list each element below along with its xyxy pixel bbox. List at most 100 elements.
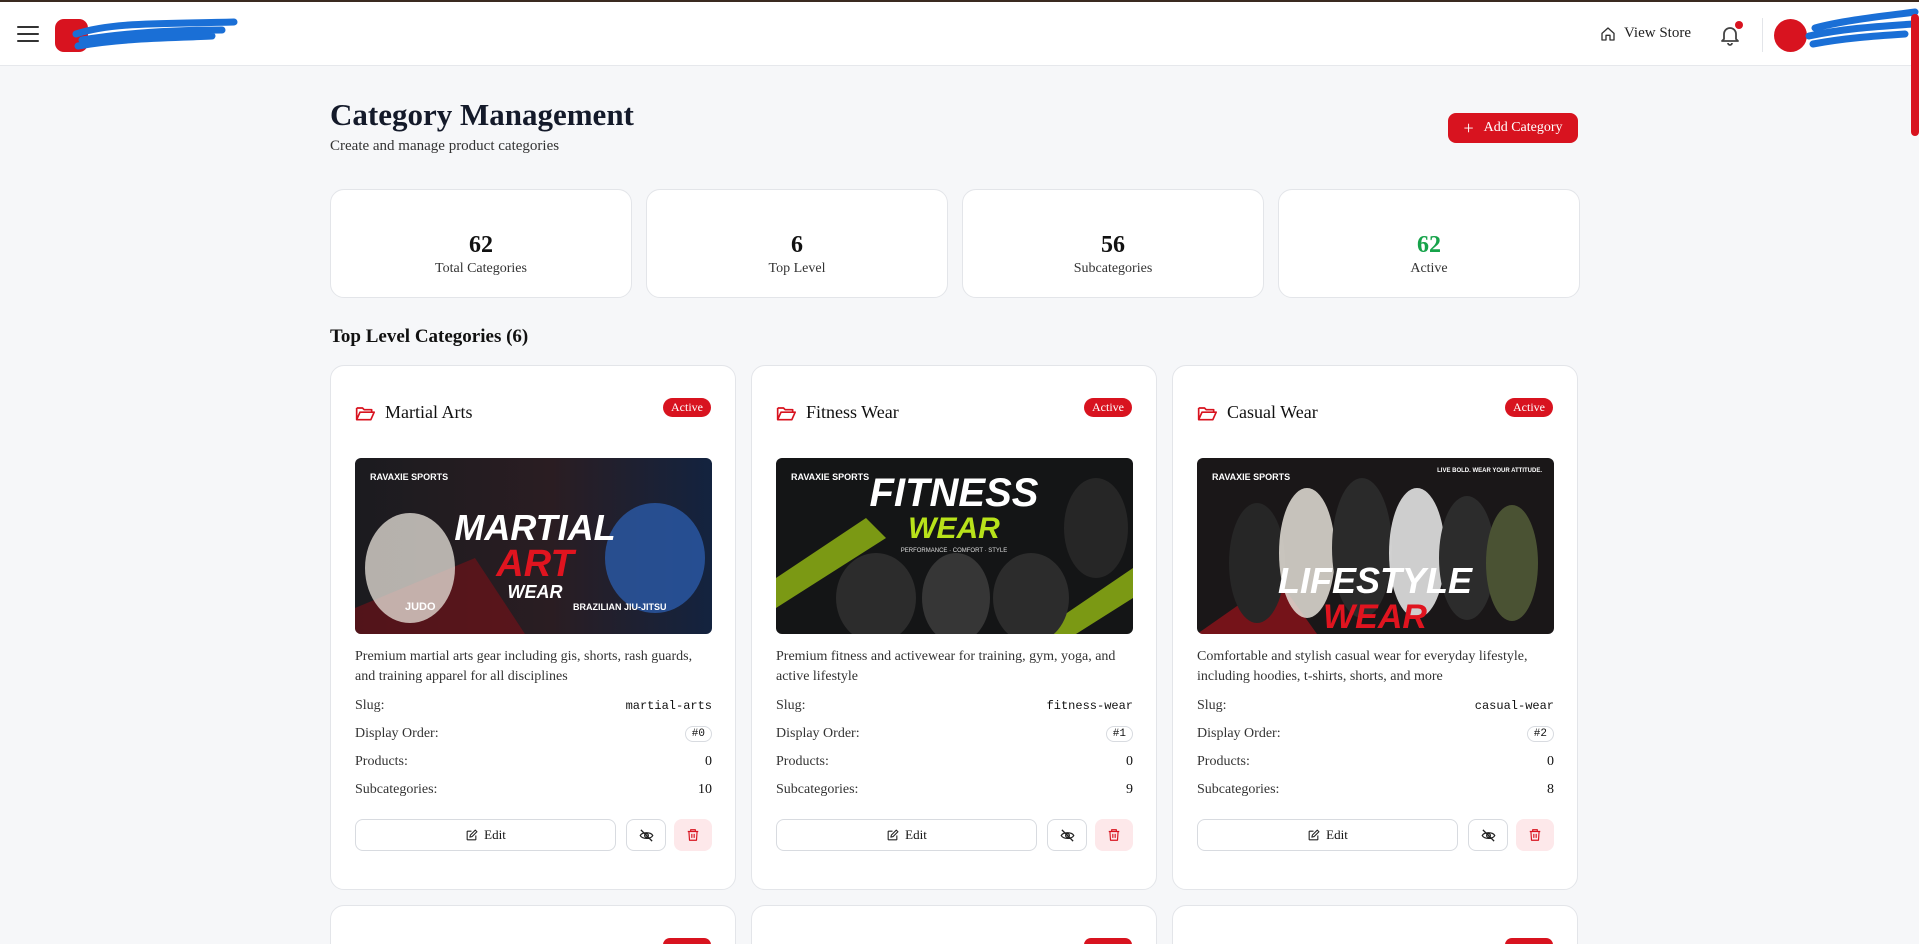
edit-button[interactable]: Edit bbox=[776, 819, 1037, 851]
category-card-partial bbox=[751, 905, 1157, 944]
status-badge-partial bbox=[1505, 938, 1553, 944]
card-header: Martial Arts bbox=[355, 402, 473, 423]
category-description: Premium fitness and activewear for train… bbox=[776, 649, 1116, 684]
header-divider bbox=[1762, 18, 1763, 52]
products-value: 0 bbox=[705, 754, 712, 769]
category-name: Fitness Wear bbox=[806, 402, 899, 422]
delete-button[interactable] bbox=[674, 819, 712, 851]
subcategories-value: 9 bbox=[1126, 782, 1133, 797]
category-banner-image: RAVAXIE SPORTS LIFESTYLE WEAR LIVE BOLD.… bbox=[1197, 458, 1554, 634]
folder-open-icon bbox=[776, 406, 796, 420]
banner-tag-right: LIVE BOLD. WEAR YOUR ATTITUDE. bbox=[1437, 468, 1542, 474]
edit-icon bbox=[466, 829, 478, 840]
banner-line-3: WEAR bbox=[508, 582, 563, 602]
stat-value: 6 bbox=[791, 232, 803, 258]
edit-icon bbox=[1308, 829, 1320, 840]
subcategories-label: Subcategories: bbox=[355, 782, 438, 797]
stat-label: Active bbox=[1410, 261, 1448, 276]
toggle-visibility-button[interactable] bbox=[626, 819, 666, 851]
card-header: Fitness Wear bbox=[776, 402, 899, 423]
view-store-label: View Store bbox=[1624, 25, 1692, 41]
eye-off-icon bbox=[1481, 828, 1495, 842]
status-badge: Active bbox=[663, 398, 711, 417]
category-banner-image: RAVAXIE SPORTS FITNESS WEAR PERFORMANCE … bbox=[776, 458, 1133, 634]
subcategories-row: Subcategories: 10 bbox=[355, 782, 712, 798]
card-header: Casual Wear bbox=[1197, 402, 1318, 423]
stat-label: Top Level bbox=[768, 261, 826, 276]
slug-value: casual-wear bbox=[1474, 699, 1554, 713]
banner-brand: RAVAXIE SPORTS bbox=[1212, 472, 1290, 482]
edit-label: Edit bbox=[1326, 827, 1348, 842]
banner-line-1: LIFESTYLE bbox=[1278, 560, 1473, 601]
delete-button[interactable] bbox=[1516, 819, 1554, 851]
display-order-value: #1 bbox=[1105, 726, 1133, 742]
slug-value: martial-arts bbox=[625, 699, 712, 713]
slug-row: Slug: fitness-wear bbox=[776, 698, 1133, 714]
toggle-visibility-button[interactable] bbox=[1468, 819, 1508, 851]
stat-label: Total Categories bbox=[435, 261, 527, 276]
eye-off-icon bbox=[1060, 828, 1074, 842]
edit-button[interactable]: Edit bbox=[355, 819, 616, 851]
slug-row: Slug: martial-arts bbox=[355, 698, 712, 714]
category-card-partial bbox=[1172, 905, 1578, 944]
slug-label: Slug: bbox=[355, 698, 385, 713]
redacted-user-name bbox=[1805, 8, 1919, 48]
status-badge: Active bbox=[1084, 398, 1132, 417]
subcategories-label: Subcategories: bbox=[776, 782, 859, 797]
products-value: 0 bbox=[1547, 754, 1554, 769]
plus-icon: + bbox=[1463, 118, 1474, 138]
category-card-casual-wear: Casual Wear Active RAVAXIE SPORTS LIFEST… bbox=[1172, 365, 1578, 890]
banner-line-1: MARTIAL bbox=[454, 507, 615, 548]
stat-card-subcategories: 56 Subcategories bbox=[962, 189, 1264, 298]
hamburger-menu-icon[interactable] bbox=[17, 26, 39, 44]
banner-line-2: WEAR bbox=[908, 512, 1000, 545]
slug-label: Slug: bbox=[1197, 698, 1227, 713]
delete-button[interactable] bbox=[1095, 819, 1133, 851]
trash-icon bbox=[1529, 829, 1541, 841]
display-order-label: Display Order: bbox=[1197, 726, 1281, 741]
slug-row: Slug: casual-wear bbox=[1197, 698, 1554, 714]
products-label: Products: bbox=[355, 754, 408, 769]
display-order-value: #2 bbox=[1526, 726, 1554, 742]
home-icon bbox=[1601, 26, 1615, 41]
status-badge: Active bbox=[1505, 398, 1553, 417]
banner-tag-left: JUDO bbox=[405, 601, 436, 613]
toggle-visibility-button[interactable] bbox=[1047, 819, 1087, 851]
category-card-martial-arts: Martial Arts Active RAVAXIE SPORTS MARTI… bbox=[330, 365, 736, 890]
banner-line-3: PERFORMANCE · COMFORT · STYLE bbox=[901, 548, 1007, 554]
subcategories-row: Subcategories: 9 bbox=[776, 782, 1133, 798]
add-category-label: Add Category bbox=[1483, 120, 1563, 135]
page-scrollbar[interactable] bbox=[1911, 14, 1919, 136]
add-category-button[interactable]: + Add Category bbox=[1448, 113, 1578, 143]
category-description: Comfortable and stylish casual wear for … bbox=[1197, 649, 1528, 684]
stat-value: 62 bbox=[1417, 232, 1441, 258]
user-avatar[interactable] bbox=[1774, 19, 1807, 52]
trash-icon bbox=[687, 829, 699, 841]
folder-open-icon bbox=[1197, 406, 1217, 420]
view-store-link[interactable]: View Store bbox=[1600, 25, 1691, 42]
category-banner-image: RAVAXIE SPORTS MARTIAL ART WEAR JUDO BRA… bbox=[355, 458, 712, 634]
banner-line-2: ART bbox=[495, 543, 576, 585]
trash-icon bbox=[1108, 829, 1120, 841]
edit-icon bbox=[887, 829, 899, 840]
stat-value: 56 bbox=[1101, 232, 1125, 258]
products-row: Products: 0 bbox=[1197, 754, 1554, 770]
status-badge-partial bbox=[1084, 938, 1132, 944]
display-order-label: Display Order: bbox=[355, 726, 439, 741]
display-order-row: Display Order: #1 bbox=[776, 726, 1133, 742]
subcategories-value: 10 bbox=[698, 782, 712, 797]
redacted-brand-name bbox=[72, 18, 238, 50]
category-name: Casual Wear bbox=[1227, 402, 1318, 422]
edit-label: Edit bbox=[484, 827, 506, 842]
page-title: Category Management bbox=[330, 97, 634, 132]
products-value: 0 bbox=[1126, 754, 1133, 769]
slug-value: fitness-wear bbox=[1046, 699, 1133, 713]
products-label: Products: bbox=[1197, 754, 1250, 769]
slug-label: Slug: bbox=[776, 698, 806, 713]
category-card-partial bbox=[330, 905, 736, 944]
stat-value: 62 bbox=[469, 232, 493, 258]
banner-line-1: FITNESS bbox=[870, 471, 1039, 515]
edit-button[interactable]: Edit bbox=[1197, 819, 1458, 851]
stat-card-total-categories: 62 Total Categories bbox=[330, 189, 632, 298]
products-label: Products: bbox=[776, 754, 829, 769]
